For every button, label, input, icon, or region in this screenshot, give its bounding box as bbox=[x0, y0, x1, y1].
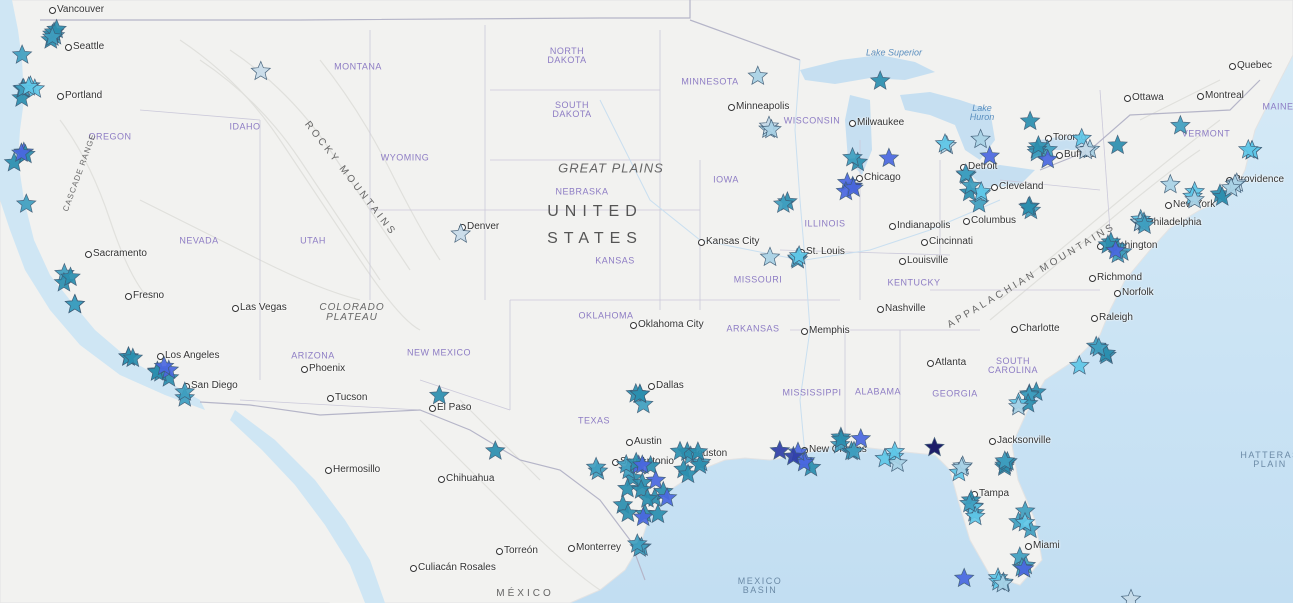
star-marker[interactable] bbox=[1184, 188, 1205, 209]
star-marker[interactable] bbox=[428, 384, 450, 405]
marker-layer bbox=[3, 18, 1263, 603]
star-marker[interactable] bbox=[250, 60, 272, 81]
star-marker[interactable] bbox=[64, 293, 86, 314]
star-marker[interactable] bbox=[11, 44, 33, 64]
star-marker[interactable] bbox=[1019, 110, 1041, 131]
star-marker[interactable] bbox=[1107, 134, 1128, 155]
star-marker[interactable] bbox=[484, 440, 506, 460]
star-marker[interactable] bbox=[769, 439, 791, 460]
map-canvas[interactable]: UNITED STATES MÉXICO MONTANA NORTH DAKOT… bbox=[0, 0, 1293, 603]
star-marker[interactable] bbox=[1170, 114, 1191, 135]
star-marker[interactable] bbox=[450, 223, 472, 243]
star-marker[interactable] bbox=[878, 147, 900, 168]
star-marker[interactable] bbox=[1068, 354, 1090, 375]
star-marker[interactable] bbox=[953, 567, 975, 588]
star-marker[interactable] bbox=[1120, 588, 1142, 603]
star-marker[interactable] bbox=[747, 65, 769, 86]
star-marker[interactable] bbox=[759, 246, 781, 267]
star-marker[interactable] bbox=[647, 503, 669, 524]
star-marker[interactable] bbox=[869, 70, 891, 90]
star-marker[interactable] bbox=[15, 193, 37, 213]
star-marker[interactable] bbox=[979, 145, 1001, 166]
star-marker[interactable] bbox=[924, 436, 945, 457]
star-marker[interactable] bbox=[772, 193, 794, 213]
star-marker[interactable] bbox=[1159, 173, 1181, 194]
star-marker[interactable] bbox=[970, 128, 991, 149]
